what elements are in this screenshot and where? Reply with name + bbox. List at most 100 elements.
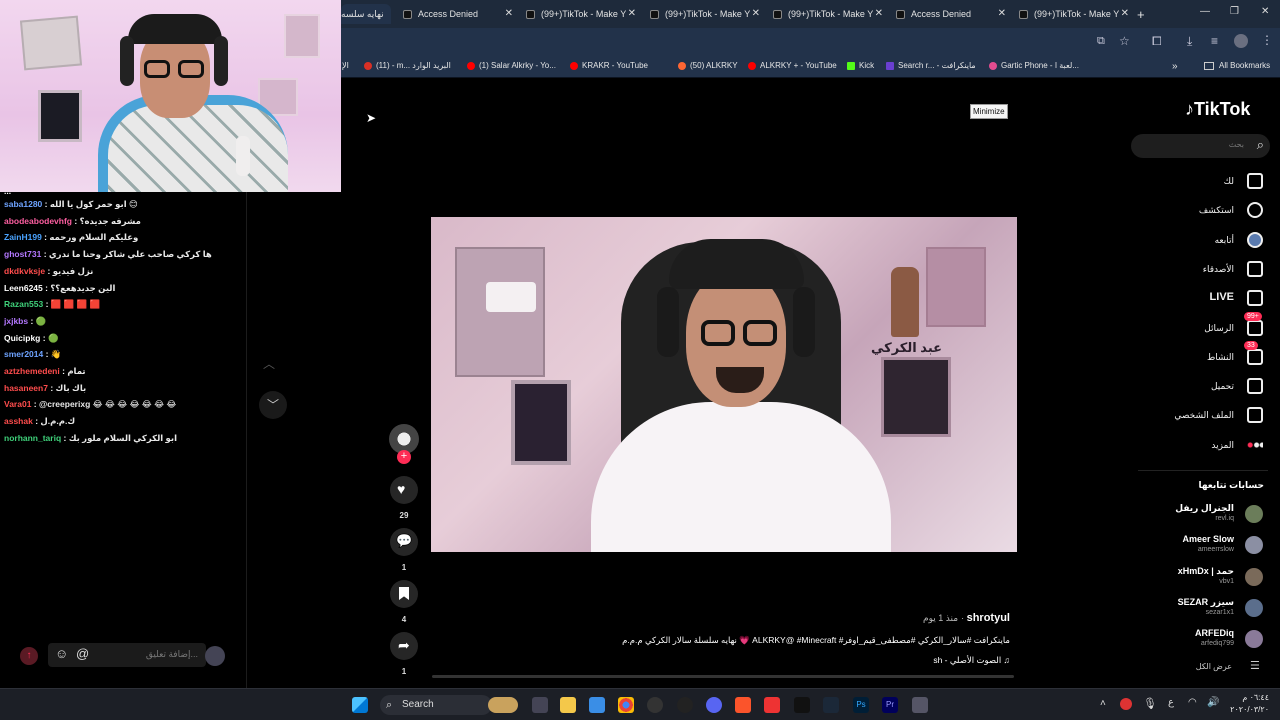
photoshop-icon[interactable]: Ps: [853, 697, 869, 713]
scroll-down-button[interactable]: ﹀: [259, 391, 287, 419]
search-icon[interactable]: ⌕: [1257, 137, 1264, 153]
chevron-double-right-icon[interactable]: »: [1172, 61, 1178, 72]
close-icon[interactable]: ✕: [752, 8, 760, 19]
bookmark-item[interactable]: Search r... - ماينكرافت: [886, 61, 976, 70]
avatar[interactable]: [1245, 630, 1263, 649]
bookmark-item[interactable]: (1) Salar Alkrky - Yo...: [467, 61, 556, 70]
tab[interactable]: Access Denied ✕: [403, 4, 513, 24]
following-account-name[interactable]: ARFEDiq: [1195, 628, 1234, 638]
close-icon[interactable]: ✕: [998, 8, 1006, 19]
bookmark-item[interactable]: KRAKR - YouTube: [570, 61, 648, 70]
nav-item-messages[interactable]: الرسائل: [1204, 323, 1234, 334]
bookmark-item[interactable]: Gartic Phone - لعبة ا...: [989, 61, 1079, 70]
chat-username[interactable]: norhann_tariq: [4, 433, 61, 443]
nav-item-compass[interactable]: استكشف: [1199, 205, 1234, 216]
close-icon[interactable]: ✕: [628, 8, 636, 19]
user-avatar[interactable]: [205, 646, 225, 666]
wifi-icon[interactable]: ◠: [1188, 697, 1197, 708]
new-tab-button[interactable]: +: [1137, 4, 1151, 24]
chat-username[interactable]: Razan553: [4, 299, 43, 309]
following-avatar-icon[interactable]: [1247, 231, 1263, 248]
tray-app-icon[interactable]: [1120, 698, 1132, 710]
following-account-name[interactable]: الجنرال ريفل: [1175, 503, 1234, 514]
bookmark-star-icon[interactable]: ☆: [1119, 34, 1130, 48]
tiktok-logo[interactable]: ♪TikTok: [1185, 99, 1250, 120]
close-icon[interactable]: ✕: [875, 8, 883, 19]
steam-icon[interactable]: [823, 697, 839, 713]
close-icon[interactable]: ✕: [505, 8, 513, 19]
bookmark-item[interactable]: الإ: [342, 61, 349, 70]
nav-item-following-avatar[interactable]: أتابعه: [1215, 235, 1234, 246]
profile-icon[interactable]: [1247, 407, 1263, 424]
chrome-icon[interactable]: [618, 697, 634, 713]
upload-icon[interactable]: [1247, 378, 1263, 395]
volume-icon[interactable]: 🔊: [1207, 697, 1219, 708]
avatar[interactable]: [1245, 536, 1263, 555]
nav-item-more[interactable]: المزيد: [1211, 440, 1234, 451]
capcut-icon[interactable]: [794, 697, 810, 713]
following-account-name[interactable]: SEZAR سيزر: [1178, 597, 1234, 608]
messages-icon[interactable]: [1247, 319, 1263, 336]
file-explorer-icon[interactable]: [560, 697, 576, 713]
tab[interactable]: (99+)TikTok - Make Y ✕: [526, 4, 636, 24]
media-control-icon[interactable]: ≡: [1211, 34, 1218, 48]
chat-username[interactable]: saba1280: [4, 199, 42, 209]
post-author[interactable]: shrotyul: [967, 612, 1010, 624]
scroll-up-icon[interactable]: ︿: [263, 355, 275, 372]
activity-icon[interactable]: [1247, 348, 1263, 365]
send-icon[interactable]: ↑: [20, 647, 38, 665]
avatar[interactable]: [1245, 567, 1263, 586]
chat-username[interactable]: Vara01: [4, 399, 31, 409]
obs-recording-icon[interactable]: [647, 697, 663, 713]
bookmark-item[interactable]: ALKRKY + - YouTube: [748, 61, 837, 70]
comment-button[interactable]: 💬: [390, 528, 418, 556]
tab[interactable]: (99+)TikTok - Make Y ✕: [650, 4, 760, 24]
chat-username[interactable]: jxjkbs: [4, 316, 28, 326]
like-button[interactable]: ♥: [390, 476, 418, 504]
home-icon[interactable]: [1247, 173, 1263, 189]
following-account-name[interactable]: xHmDx | حمد: [1178, 566, 1234, 577]
see-all-link[interactable]: عرض الكل: [1196, 662, 1232, 671]
tab[interactable]: Access Denied ✕: [896, 4, 1006, 24]
chat-username[interactable]: abodeabodevhfg: [4, 216, 72, 226]
maximize-icon[interactable]: ❐: [1230, 6, 1239, 17]
menu-kebab-icon[interactable]: ⋮: [1261, 33, 1273, 47]
nav-item-profile[interactable]: الملف الشخصي: [1174, 410, 1234, 421]
chat-username[interactable]: dkdkvksje: [4, 266, 45, 276]
save-button[interactable]: [390, 580, 418, 608]
bookmark-item[interactable]: Kick: [847, 61, 874, 70]
task-view-icon[interactable]: [532, 697, 548, 713]
app-icon[interactable]: [764, 697, 780, 713]
follow-plus-icon[interactable]: +: [397, 450, 411, 464]
comment-input-box[interactable]: ☺ @ إضافة تعليق...: [48, 643, 206, 667]
friends-icon[interactable]: [1247, 260, 1263, 277]
share-button[interactable]: ➦: [390, 632, 418, 660]
chat-username[interactable]: ghost731: [4, 249, 41, 259]
tab-active[interactable]: نهايه سلسه✕: [341, 4, 391, 24]
bookmark-item[interactable]: (50) ALKRKY: [678, 61, 738, 70]
install-app-icon[interactable]: ⧉: [1097, 35, 1105, 48]
video-progress-bar[interactable]: [432, 675, 1014, 678]
nav-item-upload[interactable]: تحميل: [1211, 381, 1234, 392]
all-bookmarks[interactable]: All Bookmarks: [1204, 61, 1270, 70]
extensions-icon[interactable]: ⧠: [1152, 34, 1162, 49]
windows-start-icon[interactable]: [352, 697, 368, 713]
tab[interactable]: (99+)TikTok - Make Y ✕: [773, 4, 883, 24]
discord-icon[interactable]: [706, 697, 722, 713]
weather-widget-icon[interactable]: [488, 697, 518, 713]
chat-username[interactable]: aztzhemedeni: [4, 366, 60, 376]
nav-item-friends[interactable]: الأصدقاء: [1203, 264, 1234, 275]
following-account-name[interactable]: Ameer Slow: [1182, 534, 1234, 544]
post-sound[interactable]: sh - الصوت الأصلي ♫: [860, 655, 1010, 666]
microphone-icon[interactable]: 🎙: [1143, 697, 1157, 710]
chat-username[interactable]: smer2014: [4, 349, 43, 359]
premiere-icon[interactable]: Pr: [882, 697, 898, 713]
minimize-icon[interactable]: —: [1200, 6, 1210, 17]
more-icon[interactable]: [1247, 436, 1263, 453]
chat-username[interactable]: ZainH199: [4, 232, 42, 242]
chat-username[interactable]: Leen6245: [4, 283, 43, 293]
taskbar-clock[interactable]: ٠٦:٤٤ م ٢٠٢٠/٠٣/٢٠: [1225, 692, 1269, 716]
close-icon[interactable]: ✕: [1121, 8, 1129, 19]
nav-item-activity[interactable]: النشاط: [1207, 352, 1234, 363]
app-icon[interactable]: [912, 697, 928, 713]
